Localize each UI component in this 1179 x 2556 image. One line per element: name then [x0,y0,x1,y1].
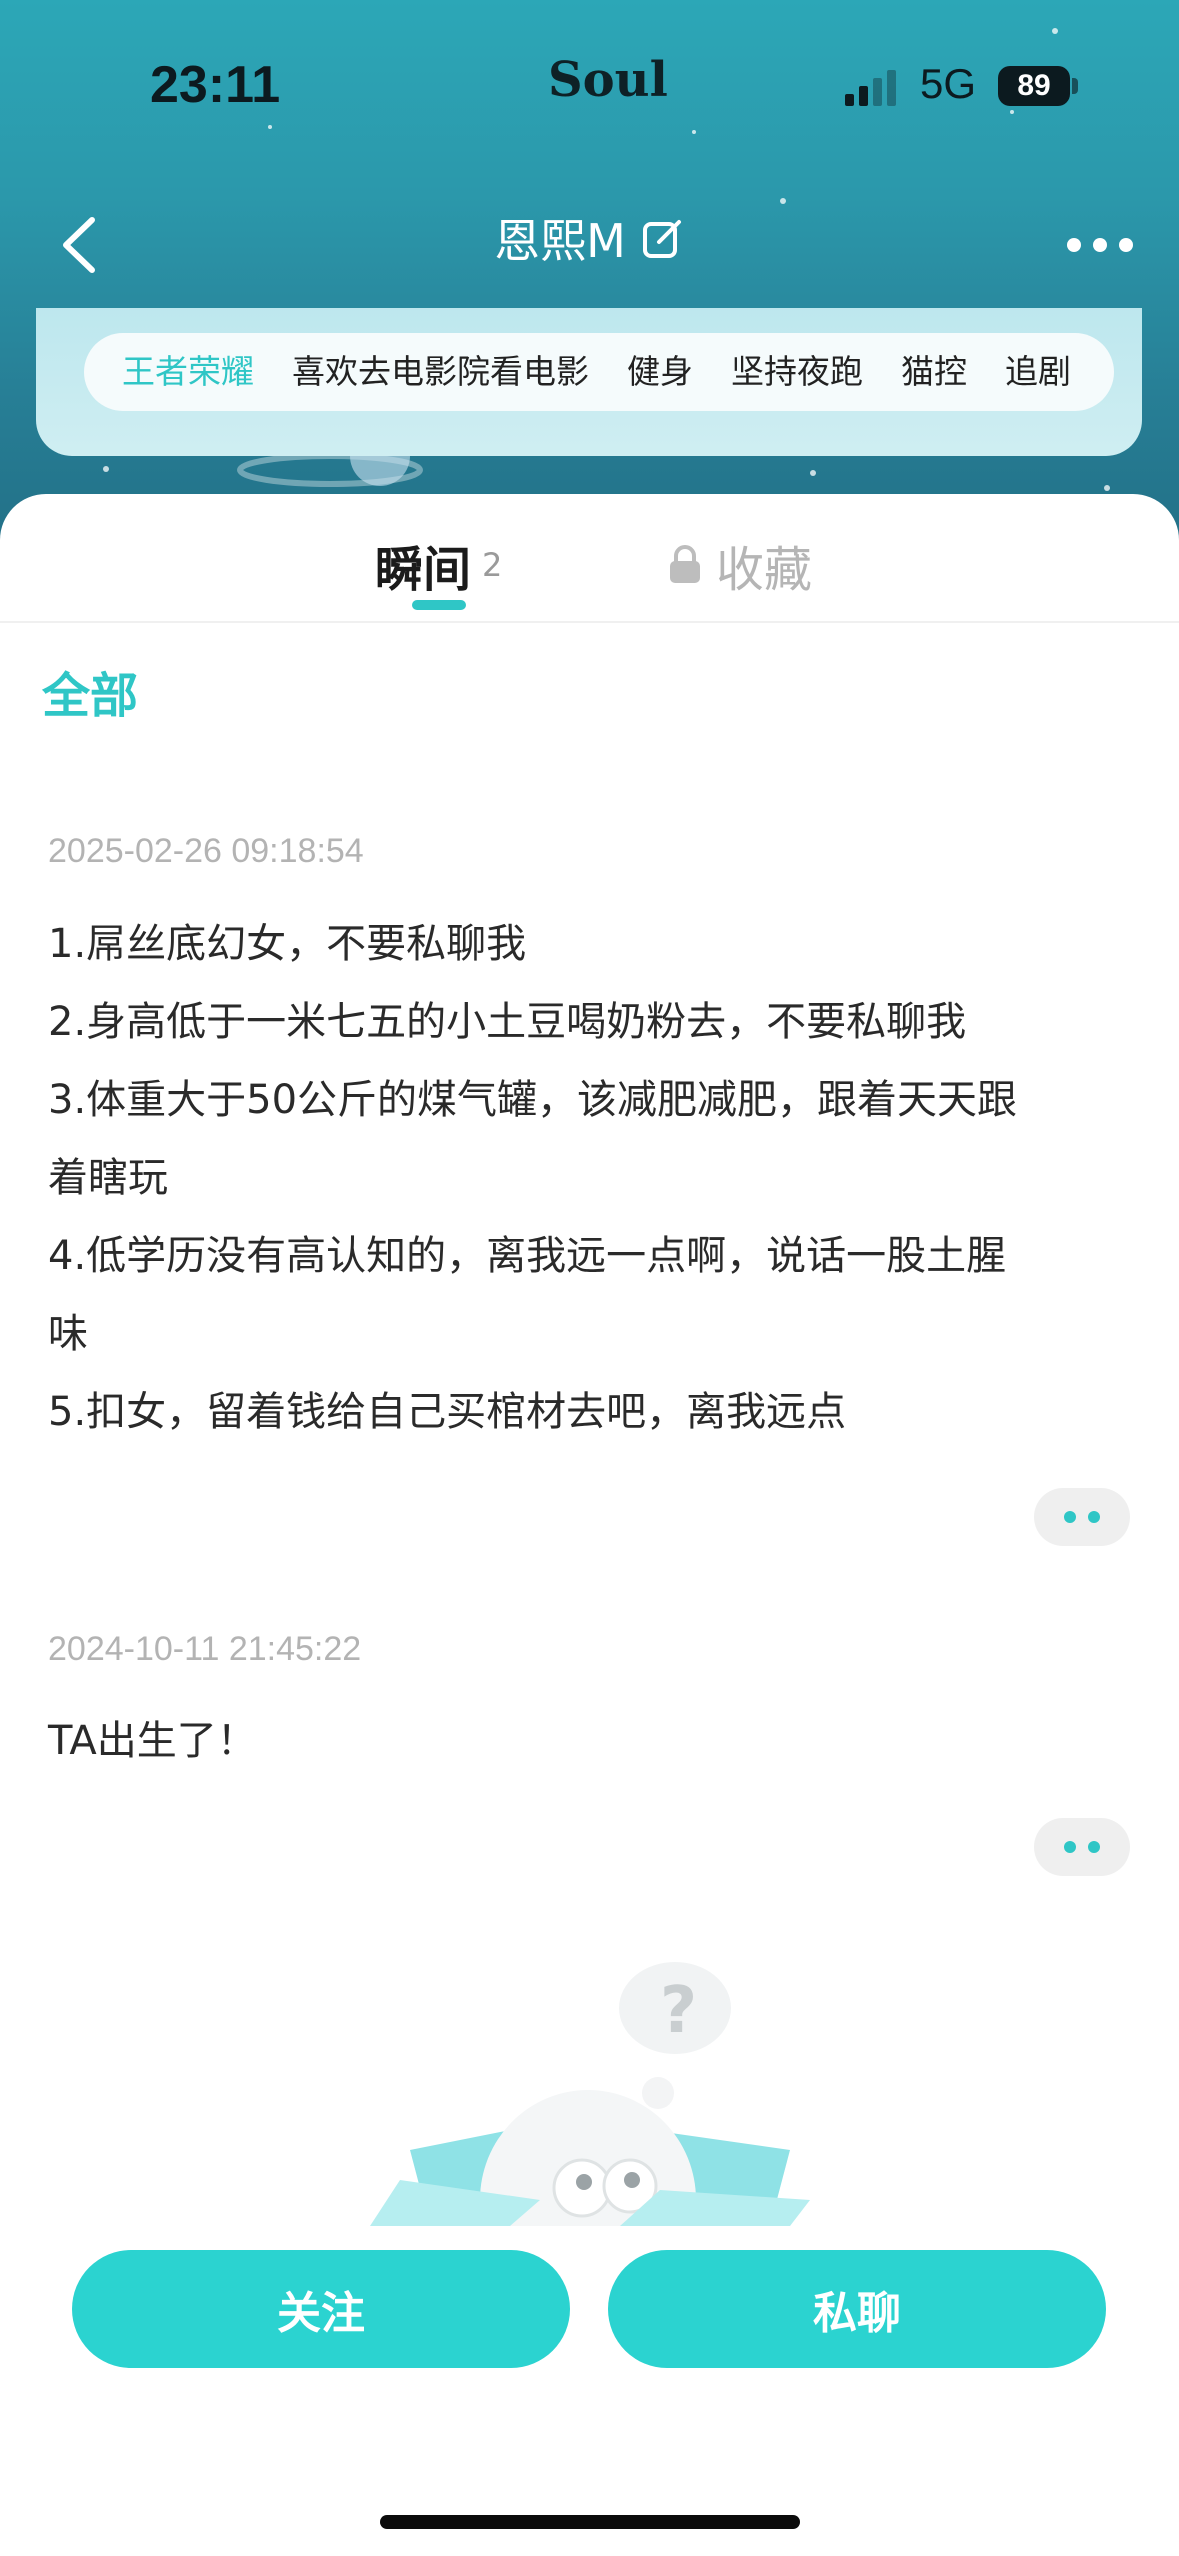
more-dot-icon [1088,1511,1100,1523]
post-text-line: TA出生了！ [48,1718,257,1764]
post-text-line: 着瞎玩 [48,1155,168,1201]
page-title: 恩熙M [494,214,626,268]
post-text-line: 2.身高低于一米七五的小土豆喝奶粉去，不要私聊我 [48,999,967,1045]
filter-all[interactable]: 全部 [42,656,138,726]
post-text-line: 5.扣女，留着钱给自己买棺材去吧，离我远点 [48,1389,847,1435]
status-network: 5G [920,60,977,107]
edit-icon[interactable] [641,216,685,260]
interest-tag[interactable]: 坚持夜跑 [731,348,863,398]
active-tab-indicator [412,600,466,610]
post-content: 1.屌丝底幻女，不要私聊我 2.身高低于一米七五的小土豆喝奶粉去，不要私聊我 3… [48,905,1148,1451]
empty-state-mascot-illustration: ? [370,1962,810,2226]
home-indicator[interactable] [380,2515,800,2529]
star-decoration [1104,485,1110,491]
more-dot-icon [1064,1511,1076,1523]
star-decoration [780,198,786,204]
battery-icon: 89 [998,66,1070,106]
battery-level: 89 [1017,69,1051,102]
interest-tag[interactable]: 王者荣耀 [122,348,254,398]
status-carrier-logo: Soul [548,52,668,108]
interest-tag[interactable]: 猫控 [901,348,967,398]
more-dot-icon [1064,1841,1076,1853]
post-text-line: 4.低学历没有高认知的，离我远一点啊，说话一股土腥 [48,1233,1007,1279]
star-decoration [810,470,816,476]
tabs-divider [0,621,1179,623]
private-chat-button[interactable]: 私聊 [608,2250,1106,2368]
lock-icon [670,545,700,583]
tab-moments-count: 2 [482,546,503,584]
follow-button[interactable]: 关注 [72,2250,570,2368]
post-more-button[interactable] [1034,1818,1130,1876]
post-content: TA出生了！ [48,1702,1148,1780]
more-horizontal-icon[interactable] [1060,225,1140,265]
signal-icon [845,70,896,106]
star-decoration [103,466,109,472]
status-time: 23:11 [150,56,281,114]
interest-tag[interactable]: 追剧 [1005,348,1071,398]
more-dot-icon [1088,1841,1100,1853]
action-bar: 关注 私聊 [0,2250,1179,2370]
svg-text:?: ? [660,1974,697,2048]
post-text-line: 1.屌丝底幻女，不要私聊我 [48,921,527,967]
header-title-bar: 恩熙M [0,205,1179,271]
interest-tag[interactable]: 健身 [627,348,693,398]
post-text-line: 味 [48,1311,88,1357]
post-text-line: 3.体重大于50公斤的煤气罐，该减肥减肥，跟着天天跟 [48,1077,1018,1123]
post-timestamp: 2024-10-11 21:45:22 [48,1630,362,1668]
profile-tabs: 瞬间 2 收藏 [0,530,1179,620]
post-more-button[interactable] [1034,1488,1130,1546]
interest-tag[interactable]: 喜欢去电影院看电影 [292,348,589,398]
tab-moments[interactable]: 瞬间 [375,530,471,600]
tab-favorites[interactable]: 收藏 [668,530,812,600]
battery-cap [1072,78,1078,94]
status-bar: 23:11 Soul 5G 89 [0,0,1179,170]
interest-tags-list: 王者荣耀 喜欢去电影院看电影 健身 坚持夜跑 猫控 追剧 [122,348,1109,398]
content-sheet [0,494,1179,2556]
post-timestamp: 2025-02-26 09:18:54 [48,832,364,870]
tab-favorites-label: 收藏 [716,542,813,598]
